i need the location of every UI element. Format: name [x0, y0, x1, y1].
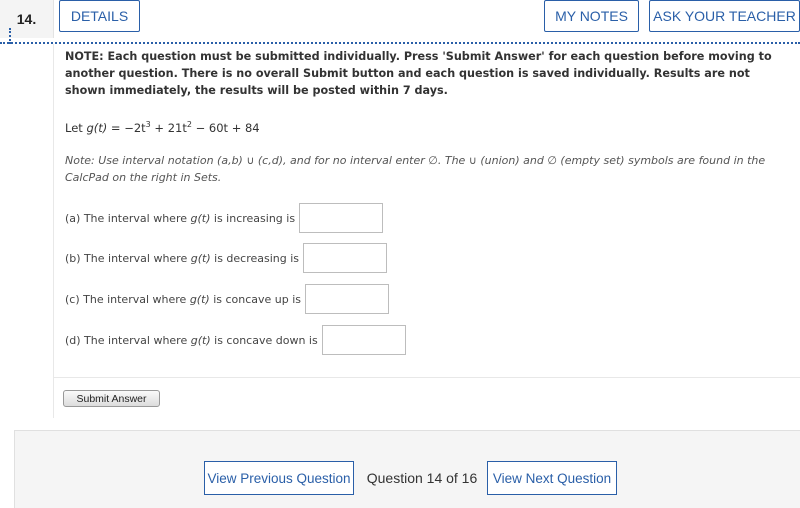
part-d: (d) The interval where g(t) is concave d…: [65, 325, 406, 355]
part-a-func: g(t): [190, 211, 211, 225]
my-notes-button[interactable]: MY NOTES: [544, 0, 639, 32]
interval-notation-hint: Note: Use interval notation (a,b) ∪ (c,d…: [65, 154, 766, 184]
submit-area: Submit Answer: [53, 378, 800, 418]
part-a: (a) The interval where g(t) is increasin…: [65, 203, 384, 233]
function-definition: Let g(t) = −2t3 + 21t2 − 60t + 84: [65, 120, 260, 135]
concave-down-interval-input[interactable]: [321, 325, 406, 355]
part-b-label: (b) The interval where: [65, 251, 188, 265]
submit-answer-button[interactable]: Submit Answer: [63, 390, 160, 407]
part-d-func: g(t): [190, 333, 211, 347]
part-c-suffix: is concave up is: [213, 292, 302, 306]
question-navigation: View Previous Question Question 14 of 16…: [14, 430, 800, 508]
concave-up-interval-input[interactable]: [305, 284, 390, 314]
decreasing-interval-input[interactable]: [303, 243, 388, 273]
function-prefix: Let: [65, 120, 87, 135]
question-counter: Question 14 of 16: [366, 470, 478, 486]
part-b: (b) The interval where g(t) is decreasin…: [65, 243, 388, 273]
function-name: g(t): [86, 120, 108, 135]
submission-note: NOTE: Each question must be submitted in…: [65, 50, 772, 97]
next-question-button[interactable]: View Next Question: [487, 461, 617, 495]
part-c-label: (c) The interval where: [65, 292, 187, 306]
question-header: 14. DETAILS MY NOTES ASK YOUR TEACHER: [0, 0, 800, 44]
function-term-1: = −2t: [107, 120, 146, 135]
question-body: NOTE: Each question must be submitted in…: [53, 44, 800, 378]
increasing-interval-input[interactable]: [299, 203, 384, 233]
part-d-suffix: is concave down is: [214, 333, 318, 347]
ask-teacher-button[interactable]: ASK YOUR TEACHER: [649, 0, 800, 32]
part-a-suffix: is increasing is: [213, 211, 296, 225]
part-c-func: g(t): [189, 292, 210, 306]
part-c: (c) The interval where g(t) is concave u…: [65, 284, 390, 314]
part-b-suffix: is decreasing is: [214, 251, 300, 265]
details-button[interactable]: DETAILS: [59, 0, 140, 32]
function-term-3: − 60t + 84: [191, 120, 260, 135]
part-a-label: (a) The interval where: [65, 211, 187, 225]
part-b-func: g(t): [190, 251, 211, 265]
function-term-2: + 21t: [150, 120, 187, 135]
previous-question-button[interactable]: View Previous Question: [204, 461, 354, 495]
part-d-label: (d) The interval where: [65, 333, 188, 347]
